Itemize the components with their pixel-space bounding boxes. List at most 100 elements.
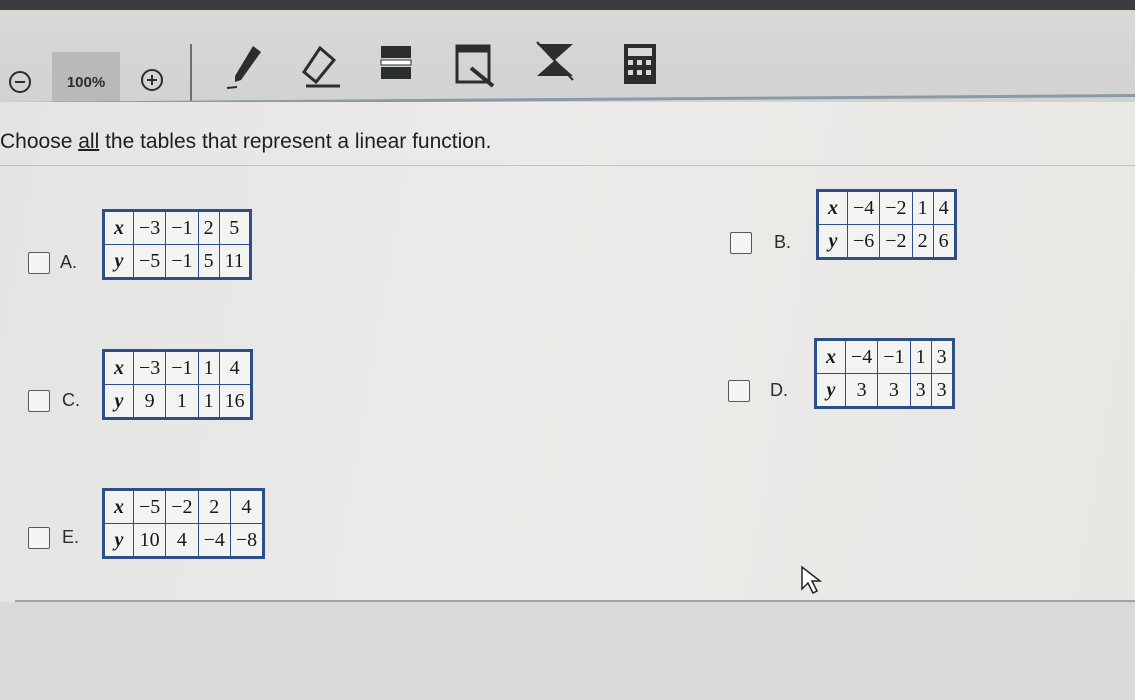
table-row: x −4 −1 1 3 [815, 339, 954, 374]
option-a-letter: A. [60, 252, 78, 272]
y-cell: 1 [165, 384, 199, 419]
x-label: x [103, 210, 134, 245]
y-label: y [815, 373, 846, 408]
zoom-in-button[interactable] [130, 58, 174, 102]
y-cell: −4 [197, 523, 231, 558]
table-row: x −3 −1 1 4 [103, 350, 252, 385]
question-prefix: Choose [0, 130, 79, 153]
zoom-out-button[interactable] [0, 62, 40, 102]
toolbar-separator [190, 44, 192, 108]
y-cell: 4 [165, 523, 199, 558]
x-label: x [103, 350, 134, 385]
pen-icon [226, 46, 261, 89]
option-e-checkbox[interactable] [28, 527, 50, 549]
table-row: y 9 1 1 16 [103, 384, 252, 419]
pen-tool-button[interactable] [215, 38, 275, 94]
top-strip [0, 0, 1135, 10]
x-cell: 2 [197, 210, 220, 245]
y-cell: −5 [132, 244, 167, 279]
x-label: x [815, 339, 846, 374]
option-c-letter: C. [62, 390, 80, 410]
table-row: x −3 −1 2 5 [103, 210, 251, 245]
option-b-table: x −4 −2 1 4 y −6 −2 2 6 [816, 189, 957, 260]
y-cell: 5 [197, 244, 220, 279]
table-row: y −6 −2 2 6 [817, 224, 956, 259]
x-cell: −4 [844, 339, 879, 374]
x-cell: 3 [930, 339, 954, 374]
y-label: y [817, 224, 848, 259]
x-cell: −2 [165, 489, 199, 524]
y-cell: −8 [229, 523, 265, 558]
y-cell: 3 [844, 373, 879, 408]
x-cell: −5 [132, 489, 167, 524]
x-cell: −4 [846, 190, 881, 225]
option-c-table: x −3 −1 1 4 y 9 1 1 16 [102, 349, 253, 420]
option-c-checkbox[interactable] [28, 390, 50, 412]
option-b-letter: B. [774, 232, 792, 252]
x-cell: 1 [909, 339, 932, 374]
option-d-letter: D. [770, 380, 788, 400]
table-row: y −5 −1 5 11 [103, 244, 251, 279]
y-cell: 1 [197, 384, 220, 419]
option-d-checkbox[interactable] [728, 380, 750, 402]
x-cell: −2 [879, 190, 913, 225]
question-divider [0, 165, 1135, 166]
eraser-tool-button[interactable] [290, 38, 350, 94]
y-cell: 3 [877, 373, 911, 408]
mouse-cursor-icon [800, 565, 826, 595]
option-a-table: x −3 −1 2 5 y −5 −1 5 11 [102, 209, 252, 280]
x-cell: 1 [197, 350, 220, 385]
x-cell: −1 [165, 210, 199, 245]
y-cell: 9 [132, 384, 167, 419]
highlighter-tool-button[interactable] [365, 38, 425, 94]
zoom-out-icon [9, 71, 31, 93]
calculator-tool-button[interactable] [610, 38, 670, 94]
zoom-in-icon [141, 69, 163, 91]
x-label: x [817, 190, 848, 225]
y-cell: −6 [846, 224, 881, 259]
option-d-table: x −4 −1 1 3 y 3 3 3 3 [814, 338, 955, 409]
x-cell: 5 [218, 210, 251, 245]
table-row: x −4 −2 1 4 [817, 190, 956, 225]
footer-area [0, 602, 1135, 700]
option-a-checkbox[interactable] [28, 252, 50, 274]
y-cell: −1 [165, 244, 199, 279]
calculator-icon [624, 44, 656, 84]
x-cell: −3 [132, 350, 167, 385]
x-cell: 2 [197, 489, 231, 524]
y-label: y [103, 523, 134, 558]
toolbar: 100% [0, 10, 1135, 112]
highlighter-icon [380, 46, 412, 79]
x-cell: 4 [218, 350, 252, 385]
option-e-table: x −5 −2 2 4 y 10 4 −4 −8 [102, 488, 266, 559]
y-cell: 6 [932, 224, 956, 259]
y-label: y [103, 384, 134, 419]
x-label: x [103, 489, 134, 524]
x-cell: 4 [932, 190, 956, 225]
option-e-letter: E. [62, 527, 80, 547]
eraser-icon [302, 45, 340, 88]
y-label: y [103, 244, 134, 279]
clear-tool-button[interactable] [525, 38, 585, 94]
option-b-checkbox[interactable] [730, 232, 752, 254]
y-cell: −2 [879, 224, 913, 259]
x-cell: 4 [229, 489, 265, 524]
note-icon [455, 44, 495, 88]
table-row: y 10 4 −4 −8 [103, 523, 265, 558]
y-cell: 10 [132, 523, 167, 558]
note-tool-button[interactable] [445, 38, 505, 94]
question-emphasis: all [78, 130, 100, 153]
y-cell: 11 [218, 244, 251, 279]
x-cell: −3 [132, 210, 167, 245]
x-cell: −1 [877, 339, 911, 374]
y-cell: 2 [911, 224, 934, 259]
y-cell: 3 [909, 373, 932, 408]
y-cell: 3 [930, 373, 954, 408]
question-suffix: the tables that represent a linear funct… [99, 130, 492, 153]
table-row: x −5 −2 2 4 [103, 489, 265, 524]
clear-icon [536, 41, 574, 81]
question-text: Choose all the tables that represent a l… [0, 130, 491, 154]
y-cell: 16 [218, 384, 252, 419]
x-cell: 1 [911, 190, 934, 225]
x-cell: −1 [165, 350, 199, 385]
